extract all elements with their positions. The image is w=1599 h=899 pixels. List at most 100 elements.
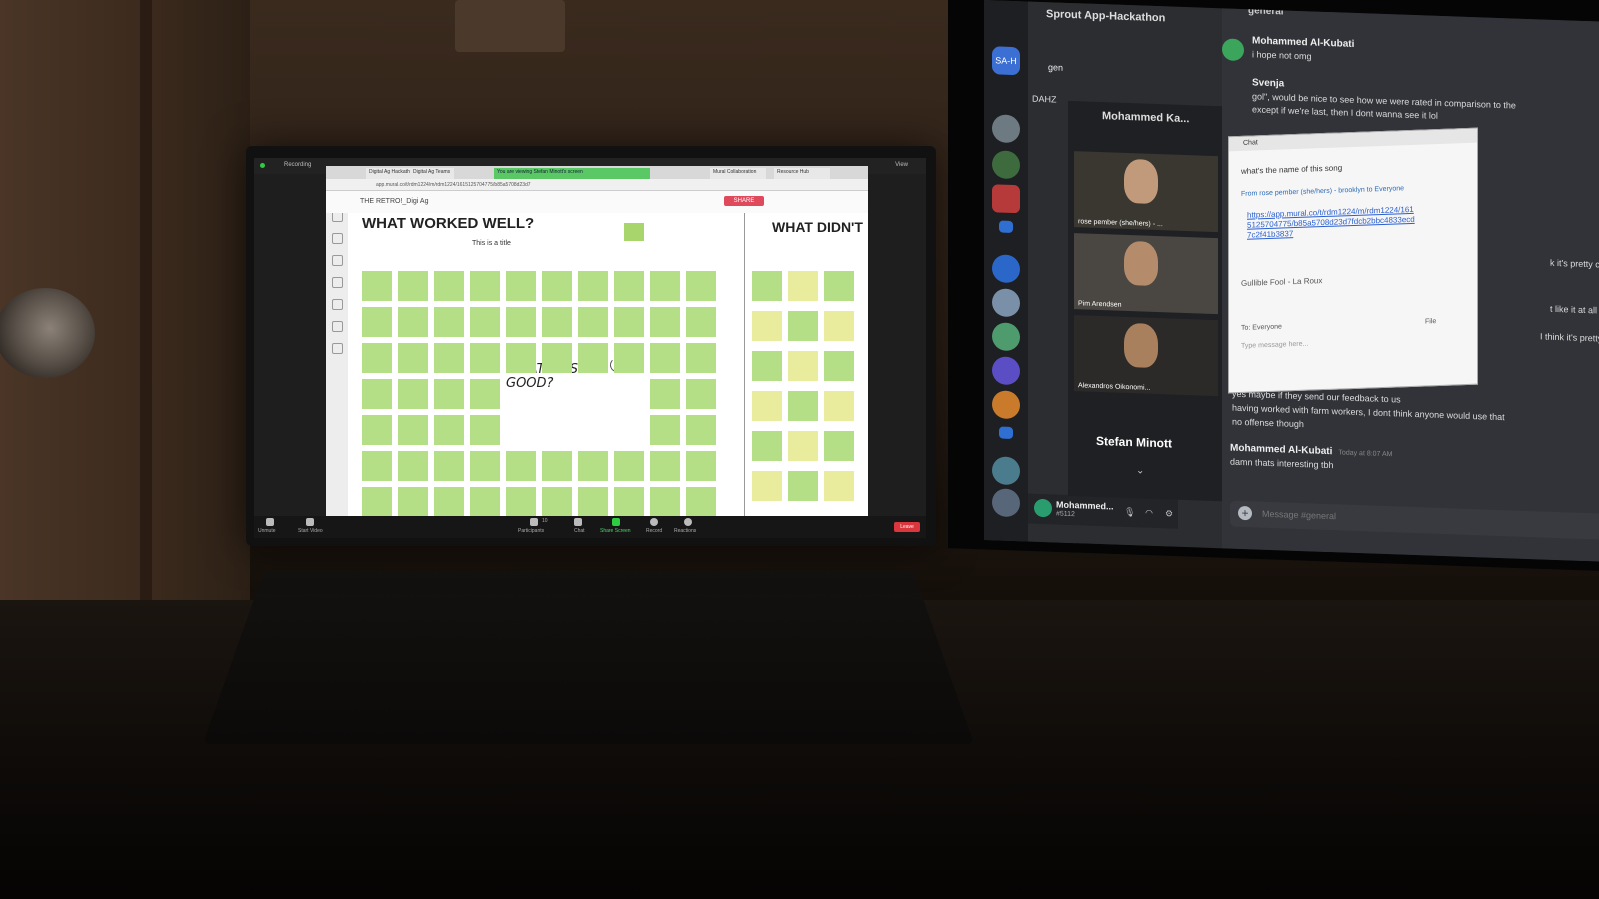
- sticky-note[interactable]: [542, 271, 572, 301]
- sticky-note[interactable]: [752, 271, 782, 301]
- sticky-note[interactable]: [434, 307, 464, 337]
- server-icon[interactable]: [992, 254, 1020, 283]
- chat-to-value[interactable]: Everyone: [1252, 323, 1282, 331]
- sticky-note[interactable]: [506, 307, 536, 337]
- sticky-note[interactable]: [362, 343, 392, 373]
- sticky-note[interactable]: [470, 271, 500, 301]
- sticky-note[interactable]: [614, 307, 644, 337]
- avatar[interactable]: [1222, 38, 1244, 61]
- sticky-note[interactable]: [506, 487, 536, 516]
- sticky-note[interactable]: [788, 351, 818, 381]
- share-screen-icon[interactable]: [612, 518, 620, 526]
- video-tile[interactable]: Pim Arendsen: [1074, 233, 1218, 314]
- sticky-note[interactable]: [824, 391, 854, 421]
- view-options-button[interactable]: View: [895, 162, 908, 168]
- sticky-note[interactable]: [614, 487, 644, 516]
- sticky-note[interactable]: [578, 487, 608, 516]
- sticky-note[interactable]: [578, 271, 608, 301]
- sticky-note[interactable]: [398, 487, 428, 516]
- share-button[interactable]: SHARE: [724, 196, 764, 206]
- browser-tab[interactable]: Resource Hub: [774, 168, 830, 179]
- sticky-note[interactable]: [788, 271, 818, 301]
- sticky-note[interactable]: [542, 451, 572, 481]
- sticky-note[interactable]: [506, 451, 536, 481]
- reactions-icon[interactable]: [684, 518, 692, 526]
- message-input[interactable]: + Message #general: [1230, 501, 1599, 540]
- sticky-note[interactable]: [650, 379, 680, 409]
- sticky-note[interactable]: [614, 271, 644, 301]
- video-camera-icon[interactable]: [306, 518, 314, 526]
- sticky-note[interactable]: [542, 307, 572, 337]
- sticky-note[interactable]: [686, 451, 716, 481]
- server-icon[interactable]: [992, 390, 1020, 419]
- sticky-note[interactable]: [824, 431, 854, 461]
- file-button[interactable]: File: [1425, 318, 1436, 325]
- sticky-note[interactable]: [362, 379, 392, 409]
- sticky-note[interactable]: [470, 451, 500, 481]
- start-video-label[interactable]: Start Video: [298, 528, 323, 534]
- sticky-note[interactable]: [578, 307, 608, 337]
- sticky-note[interactable]: [362, 451, 392, 481]
- sticky-note[interactable]: [506, 271, 536, 301]
- message-author[interactable]: Svenja: [1252, 77, 1284, 89]
- sticky-note[interactable]: [686, 415, 716, 445]
- sticky-note[interactable]: [362, 415, 392, 445]
- sticky-note[interactable]: [752, 311, 782, 341]
- sticky-note[interactable]: [362, 271, 392, 301]
- sticky-note[interactable]: [470, 415, 500, 445]
- message-author-name[interactable]: Mohammed Al-Kubati: [1230, 443, 1332, 458]
- sticky-note[interactable]: [362, 307, 392, 337]
- sticky-note[interactable]: [824, 271, 854, 301]
- server-name[interactable]: Sprout App-Hackathon: [1046, 8, 1165, 24]
- sticky-note[interactable]: [686, 379, 716, 409]
- sticky-note[interactable]: [686, 307, 716, 337]
- template-tool-icon[interactable]: [332, 321, 343, 332]
- plus-icon[interactable]: +: [1238, 506, 1252, 520]
- sticky-note[interactable]: [824, 471, 854, 501]
- chat-input[interactable]: Type message here...: [1241, 341, 1308, 350]
- board-name[interactable]: THE RETRO!_Digi Ag: [360, 198, 428, 205]
- channel-general[interactable]: gen: [1048, 62, 1063, 73]
- image-tool-icon[interactable]: [332, 299, 343, 310]
- reactions-label[interactable]: Reactions: [674, 528, 696, 534]
- chat-link[interactable]: https://app.mural.co/t/rdm1224/m/rdm1224…: [1247, 205, 1417, 241]
- sticky-note[interactable]: [542, 343, 572, 373]
- pen-tool-icon[interactable]: [332, 343, 343, 354]
- server-icon[interactable]: [992, 288, 1020, 317]
- server-icon[interactable]: [992, 322, 1020, 351]
- sticky-note[interactable]: [470, 343, 500, 373]
- microphone-icon[interactable]: 🎙: [1124, 507, 1134, 517]
- sticky-note[interactable]: [542, 487, 572, 516]
- sticky-note[interactable]: [434, 451, 464, 481]
- sticky-note[interactable]: [650, 271, 680, 301]
- sticky-note[interactable]: [434, 415, 464, 445]
- sticky-note[interactable]: [398, 451, 428, 481]
- sticky-note[interactable]: [624, 223, 644, 241]
- video-tile[interactable]: Alexandros Oikonomi...: [1074, 315, 1218, 396]
- browser-tab[interactable]: Mural Collaboration: [710, 168, 766, 179]
- sticky-note[interactable]: [470, 379, 500, 409]
- server-icon-sah[interactable]: SA-H: [992, 46, 1020, 75]
- sticky-note[interactable]: [650, 415, 680, 445]
- unmute-label[interactable]: Unmute: [258, 528, 276, 534]
- server-icon[interactable]: [992, 150, 1020, 179]
- record-label[interactable]: Record: [646, 528, 662, 534]
- mural-canvas[interactable]: WHAT WORKED WELL? WHAT DIDN'T This is a …: [348, 213, 868, 516]
- chat-label[interactable]: Chat: [574, 528, 585, 534]
- sticky-note[interactable]: [752, 471, 782, 501]
- sticky-note[interactable]: [434, 487, 464, 516]
- shape-tool-icon[interactable]: [332, 255, 343, 266]
- record-icon[interactable]: [650, 518, 658, 526]
- sticky-note[interactable]: [398, 379, 428, 409]
- headphones-icon[interactable]: ◠: [1144, 508, 1154, 518]
- server-icon[interactable]: [992, 184, 1020, 213]
- sticky-note[interactable]: [752, 351, 782, 381]
- sticky-note[interactable]: [434, 379, 464, 409]
- chevron-down-icon[interactable]: ⌄: [1136, 465, 1144, 476]
- text-tool-icon[interactable]: [332, 233, 343, 244]
- sticky-note[interactable]: [470, 487, 500, 516]
- sticky-note[interactable]: [752, 391, 782, 421]
- browser-tab[interactable]: Digital Ag Hackath...: [366, 168, 412, 179]
- sticky-note[interactable]: [824, 311, 854, 341]
- folder-icon[interactable]: [999, 221, 1013, 233]
